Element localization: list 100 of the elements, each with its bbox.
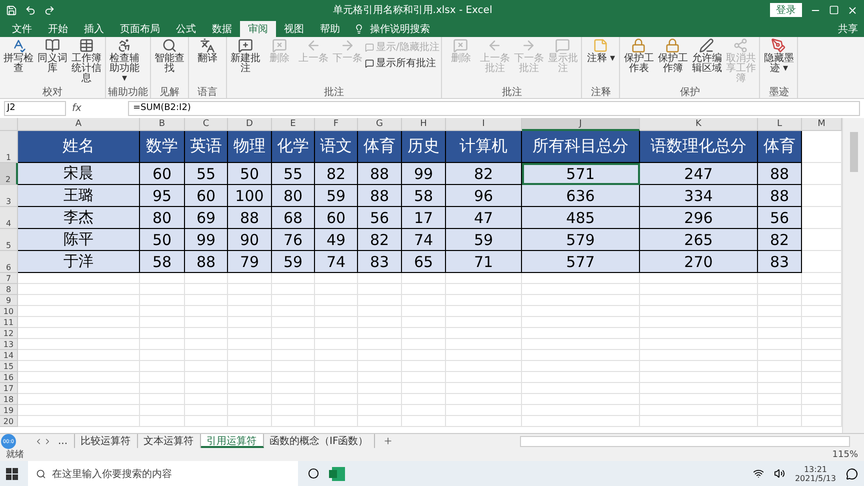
notification-icon[interactable] [846,468,858,480]
name-box[interactable]: J2 [4,101,66,116]
zoom-level[interactable]: 115% [832,450,858,460]
group-label: 见解 [158,87,180,98]
row-header[interactable]: 11 [0,317,18,328]
column-header[interactable]: D [228,118,272,131]
header-cell: 计算机 [446,131,522,163]
table-cell: 59 [446,229,522,251]
menu-tab[interactable]: 视图 [276,21,312,37]
table-cell: 80 [140,207,185,229]
lock-icon [631,38,646,53]
row-header[interactable]: 13 [0,339,18,350]
row-header[interactable]: 16 [0,372,18,383]
row-header[interactable]: 9 [0,295,18,306]
row-header[interactable]: 2 [0,163,18,185]
sheet-tab[interactable]: 引用运算符 [200,434,264,448]
row-header[interactable]: 19 [0,405,18,416]
formula-field[interactable]: =SUM(B2:I2) [128,101,860,116]
row-header[interactable]: 14 [0,350,18,361]
ribbon-button[interactable]: 注释 ▾ [584,38,618,87]
row-header[interactable]: 6 [0,251,18,273]
row-header[interactable]: 1 [0,131,18,163]
excel-app-icon[interactable] [329,466,345,480]
table-cell: 50 [140,229,185,251]
undo-icon[interactable] [25,4,36,16]
row-header[interactable]: 10 [0,306,18,317]
table-cell: 56 [358,207,402,229]
task-view-icon[interactable] [308,468,319,479]
ribbon-button[interactable]: 智能查找 [153,38,186,87]
row-header[interactable]: 12 [0,328,18,339]
taskbar-search-field[interactable]: 在这里输入你要搜索的内容 [28,461,298,486]
table-cell: 17 [402,207,446,229]
menu-tab[interactable]: 开始 [40,21,76,37]
menu-tab[interactable]: 帮助 [312,21,348,37]
ribbon-button[interactable]: 显示所有批注 [365,56,440,70]
row-header[interactable]: 7 [0,273,18,284]
column-header[interactable]: L [758,118,802,131]
row-header[interactable]: 20 [0,416,18,427]
row-header[interactable]: 17 [0,383,18,394]
maximize-icon[interactable] [829,5,839,15]
table-cell: 95 [140,185,185,207]
menu-tab[interactable]: 页面布局 [112,21,168,37]
column-header[interactable]: I [446,118,522,131]
ribbon-button[interactable]: 拼写检查 [2,38,35,87]
row-header[interactable]: 18 [0,394,18,405]
table-cell: 79 [228,251,272,273]
close-icon[interactable] [847,4,858,16]
row-header[interactable]: 3 [0,185,18,207]
row-header[interactable]: 5 [0,229,18,251]
previous-sheet-icon[interactable] [34,436,43,446]
menu-tab[interactable]: 审阅 [240,21,276,37]
ribbon-button[interactable]: 新建批注 [229,38,262,87]
translate-icon [200,38,215,53]
menu-tab[interactable]: 文件 [4,21,40,37]
row-header[interactable]: 8 [0,284,18,295]
column-header[interactable]: G [358,118,402,131]
horizontal-scrollbar[interactable] [520,436,850,446]
login-button[interactable]: 登录 [770,3,802,17]
column-header[interactable]: K [640,118,758,131]
column-header[interactable]: H [402,118,446,131]
column-header[interactable]: C [185,118,228,131]
row-header[interactable]: 4 [0,207,18,229]
ribbon-button[interactable]: 同义词库 [36,38,69,87]
ribbon-button[interactable]: 保护工作表 [622,38,656,87]
row-header[interactable]: 15 [0,361,18,372]
table-cell: 96 [446,185,522,207]
table-cell: 82 [358,229,402,251]
volume-icon[interactable] [774,468,785,479]
save-icon[interactable] [6,4,17,16]
column-header[interactable]: J [522,118,640,131]
table-cell: 88 [758,185,802,207]
add-sheet-icon[interactable] [383,436,394,446]
function-icon[interactable]: fx [72,103,122,114]
column-header[interactable]: F [315,118,358,131]
column-header[interactable]: A [18,118,140,131]
ribbon-button[interactable]: 翻译 [191,38,224,87]
taskbar-clock[interactable]: 13:21 2021/5/13 [794,464,836,482]
wifi-icon[interactable] [752,468,764,479]
next-sheet-icon[interactable] [43,436,52,446]
column-header[interactable]: B [140,118,185,131]
ribbon-button[interactable]: 允许编辑区域 [690,38,724,87]
column-header[interactable]: E [272,118,315,131]
windows-start-icon[interactable] [6,468,18,480]
redo-icon[interactable] [44,4,55,16]
ribbon-button[interactable]: 隐藏墨迹 ▾ [762,38,796,87]
menu-tab[interactable]: 插入 [76,21,112,37]
tell-me-search[interactable]: 操作说明搜索 [370,22,430,36]
menu-tab[interactable]: 数据 [204,21,240,37]
ribbon-button[interactable]: 检查辅助功能 ▾ [108,38,141,87]
table-cell: 58 [140,251,185,273]
header-cell: 历史 [402,131,446,163]
ribbon-button[interactable]: 保护工作簿 [656,38,690,87]
header-cell: 体育 [758,131,802,163]
ribbon-button[interactable]: 工作簿统计信息 [70,38,103,87]
share-button[interactable]: 共享 [838,22,864,36]
table-cell: 83 [358,251,402,273]
table-cell: 485 [522,207,640,229]
column-header[interactable]: M [802,118,842,131]
vertical-scrollbar[interactable] [842,118,864,433]
menu-tab[interactable]: 公式 [168,21,204,37]
